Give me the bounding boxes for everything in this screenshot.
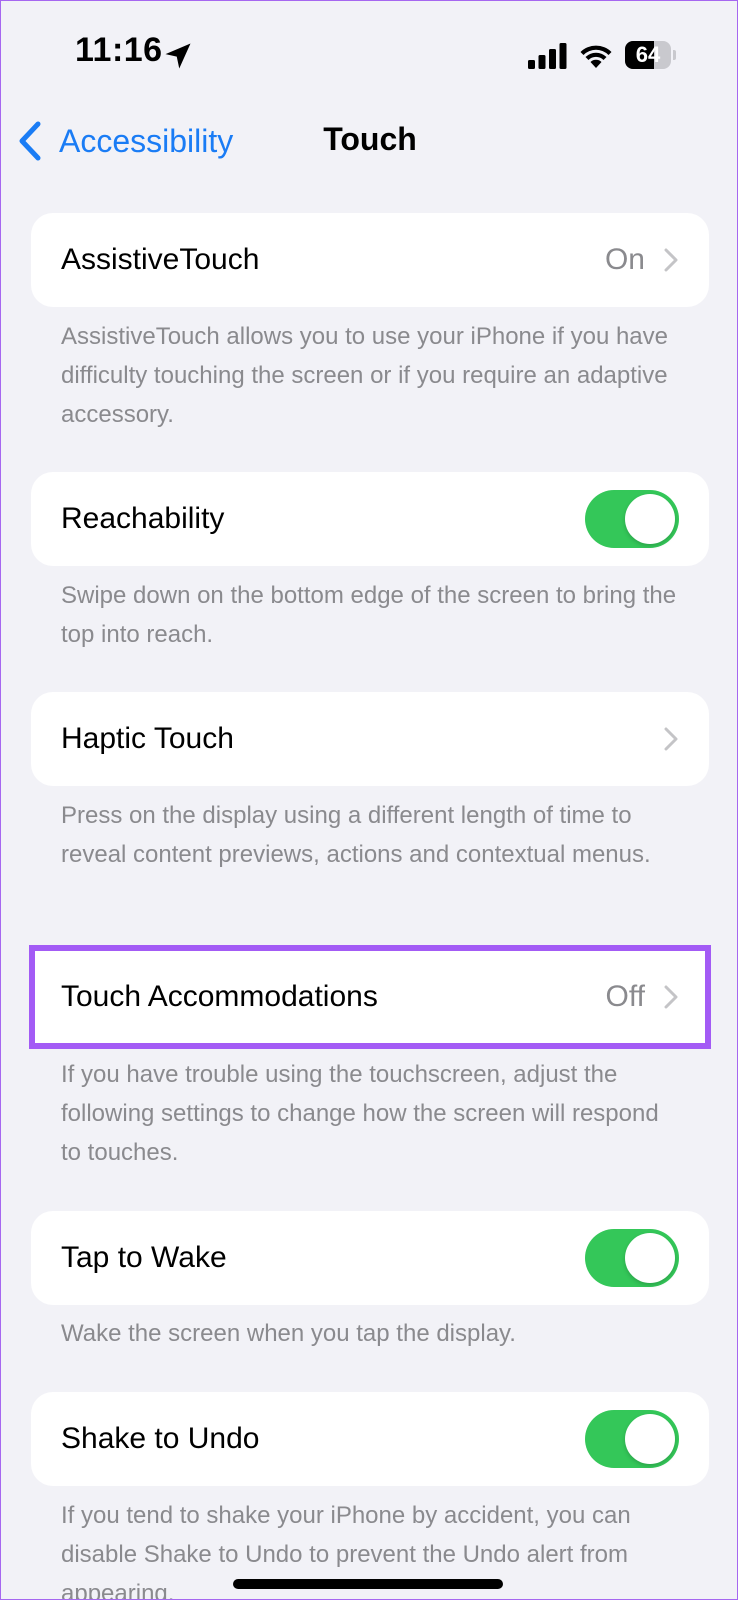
assistive-touch-row[interactable]: AssistiveTouch On <box>31 213 709 307</box>
shake-to-undo-toggle[interactable] <box>585 1410 679 1468</box>
status-bar: 11:16 64 <box>1 1 737 101</box>
toggle-knob <box>625 1233 675 1283</box>
reachability-toggle[interactable] <box>585 490 679 548</box>
page-title: Touch <box>323 121 417 157</box>
haptic-touch-row[interactable]: Haptic Touch <box>31 692 709 786</box>
touch-accommodations-label: Touch Accommodations <box>61 980 378 1013</box>
wifi-icon <box>580 45 612 68</box>
haptic-touch-footer: Press on the display using a different l… <box>61 802 651 868</box>
battery-body: 64 <box>625 41 671 69</box>
haptic-touch-label: Haptic Touch <box>61 722 234 755</box>
location-arrow-icon <box>165 43 191 69</box>
touch-accommodations-value: Off <box>605 980 645 1013</box>
reachability-label: Reachability <box>61 502 225 535</box>
assistive-touch-value: On <box>604 243 645 276</box>
toggle-knob <box>625 1414 675 1464</box>
chevron-right-icon <box>664 248 678 272</box>
home-indicator[interactable] <box>233 1579 503 1589</box>
touch-accommodations-footer: If you have trouble using the touchscree… <box>61 1061 659 1166</box>
shake-to-undo-label: Shake to Undo <box>61 1422 260 1455</box>
tap-to-wake-footer: Wake the screen when you tap the display… <box>61 1320 516 1347</box>
reachability-row: Reachability <box>31 472 709 566</box>
toggle-knob <box>625 494 675 544</box>
battery-indicator: 64 <box>625 41 676 69</box>
shake-to-undo-row: Shake to Undo <box>31 1392 709 1486</box>
status-time: 11:16 <box>75 31 163 69</box>
chevron-right-icon <box>664 727 678 751</box>
battery-percent: 64 <box>635 42 661 67</box>
tap-to-wake-row: Tap to Wake <box>31 1211 709 1305</box>
chevron-right-icon <box>664 985 678 1009</box>
assistive-touch-footer: AssistiveTouch allows you to use your iP… <box>61 323 668 428</box>
tap-to-wake-label: Tap to Wake <box>61 1241 227 1274</box>
touch-accommodations-row[interactable]: Touch Accommodations Off <box>29 945 711 1049</box>
cellular-signal-icon <box>528 43 567 69</box>
assistive-touch-label: AssistiveTouch <box>61 243 260 276</box>
battery-cap <box>673 50 676 60</box>
settings-screen: 11:16 64 Accessibility Touch AssistiveTo… <box>0 0 738 1600</box>
tap-to-wake-toggle[interactable] <box>585 1229 679 1287</box>
reachability-footer: Swipe down on the bottom edge of the scr… <box>61 582 677 648</box>
